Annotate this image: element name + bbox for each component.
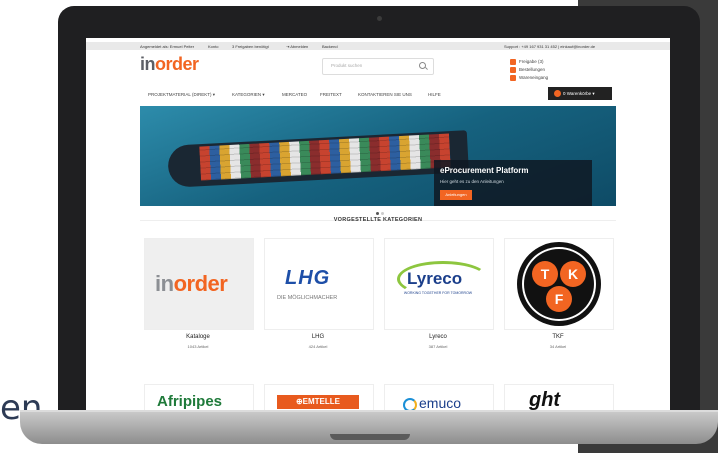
carousel-dot[interactable]: [381, 212, 384, 215]
goods-receipt-icon: [510, 74, 516, 81]
category-card-lyreco[interactable]: Lyreco WORKING TOGETHER FOR TOMORROW: [384, 238, 494, 330]
search-icon[interactable]: [419, 62, 426, 69]
logout-link[interactable]: ⇥ Abmelden: [286, 44, 308, 49]
lyreco-tagline: WORKING TOGETHER FOR TOMORROW: [403, 291, 473, 295]
hero-title: eProcurement Platform: [440, 166, 529, 175]
laptop-screen: Angemeldet als: Ermuel Peiter Konto 3 Fr…: [86, 38, 670, 414]
category-name[interactable]: Kataloge: [144, 334, 252, 340]
nav-categories[interactable]: KATEGORIEN ▾: [232, 92, 265, 98]
hero-banner: eProcurement Platform Hier geht es zu de…: [140, 106, 616, 206]
tkf-letter: K: [568, 266, 578, 282]
hero-button[interactable]: Anleitungen: [440, 190, 472, 200]
category-card-tkf[interactable]: T K F: [504, 238, 614, 330]
nav-mercateo[interactable]: MERCATEO: [282, 92, 307, 97]
logged-in-user: Angemeldet als: Ermuel Peiter: [140, 43, 195, 49]
orders-icon: [510, 66, 516, 73]
inorder-logo[interactable]: inorder: [140, 54, 199, 75]
category-count: 1043 Artikel: [187, 344, 209, 349]
lhg-tagline: DIE MÖGLICHMACHER: [277, 295, 338, 301]
nav-freetext[interactable]: FREITEXT: [320, 92, 342, 97]
quick-link-approvals[interactable]: Freigabe (3): [510, 58, 548, 65]
category-count: 424 Artikel: [308, 344, 328, 349]
category-name[interactable]: LHG: [264, 334, 372, 340]
category-logo-emtelle: ⊕EMTELLE: [277, 395, 359, 409]
search-placeholder: Produkt suchen: [331, 63, 363, 68]
tkf-logo: T K F: [517, 242, 601, 326]
category-logo-lyreco: Lyreco: [407, 269, 463, 288]
section-title: VORGESTELLTE KATEGORIEN: [333, 217, 423, 223]
cart-icon: [554, 90, 561, 97]
camera-icon: [377, 16, 382, 21]
carousel-dot-active[interactable]: [376, 212, 379, 215]
approval-icon: [510, 58, 516, 65]
quick-link-goods-receipt[interactable]: Wareneingang: [510, 74, 548, 81]
nav-help[interactable]: HILFE: [428, 92, 441, 97]
category-logo-afripipes: Afripipes: [157, 393, 223, 410]
category-card-lhg[interactable]: LHG DIE MÖGLICHMACHER: [264, 238, 374, 330]
category-name[interactable]: TKF: [504, 334, 612, 340]
nav-project-material[interactable]: PROJEKTMATERIAL (DIREKT) ▾: [148, 92, 215, 98]
quick-link-orders[interactable]: Bestellungen: [510, 66, 548, 73]
account-link[interactable]: Konto: [208, 44, 218, 49]
tkf-letter: T: [541, 266, 550, 282]
category-count: 387 Artikel: [428, 344, 448, 349]
laptop-notch: [330, 434, 410, 440]
quick-links: Freigabe (3) Bestellungen Wareneingang: [510, 58, 548, 82]
category-count: 34 Artikel: [549, 344, 567, 349]
main-navigation: PROJEKTMATERIAL (DIREKT) ▾ KATEGORIEN ▾ …: [140, 88, 612, 100]
cart-button[interactable]: 0 Warenkörbe ▾: [548, 87, 612, 100]
cart-label: 0 Warenkörbe ▾: [563, 91, 595, 96]
category-name[interactable]: Lyreco: [384, 334, 492, 340]
emtelle-icon: ⊕: [295, 397, 303, 406]
support-info: Support : +49 167 931 31 452 | einkauf@i…: [504, 43, 596, 49]
hero-overlay: eProcurement Platform Hier geht es zu de…: [434, 160, 592, 206]
search-input[interactable]: Produkt suchen: [322, 58, 434, 75]
category-logo-ght: ght: [529, 389, 561, 411]
approvals-link[interactable]: 3 Freigaben benötigt: [232, 44, 269, 49]
category-card-kataloge[interactable]: inorder: [144, 238, 254, 330]
hero-subtitle: Hier geht es zu den Anleitungen: [440, 179, 504, 184]
category-logo-emuco: emuco: [419, 395, 462, 411]
tkf-letter: F: [555, 291, 564, 307]
top-utility-bar: Angemeldet als: Ermuel Peiter Konto 3 Fr…: [86, 42, 670, 50]
nav-contact[interactable]: KONTAKTIEREN SIE UNS: [358, 92, 412, 97]
category-logo-inorder: inorder: [155, 271, 228, 296]
category-logo-lhg: LHG: [285, 267, 331, 289]
backend-link[interactable]: Backend: [322, 44, 338, 49]
